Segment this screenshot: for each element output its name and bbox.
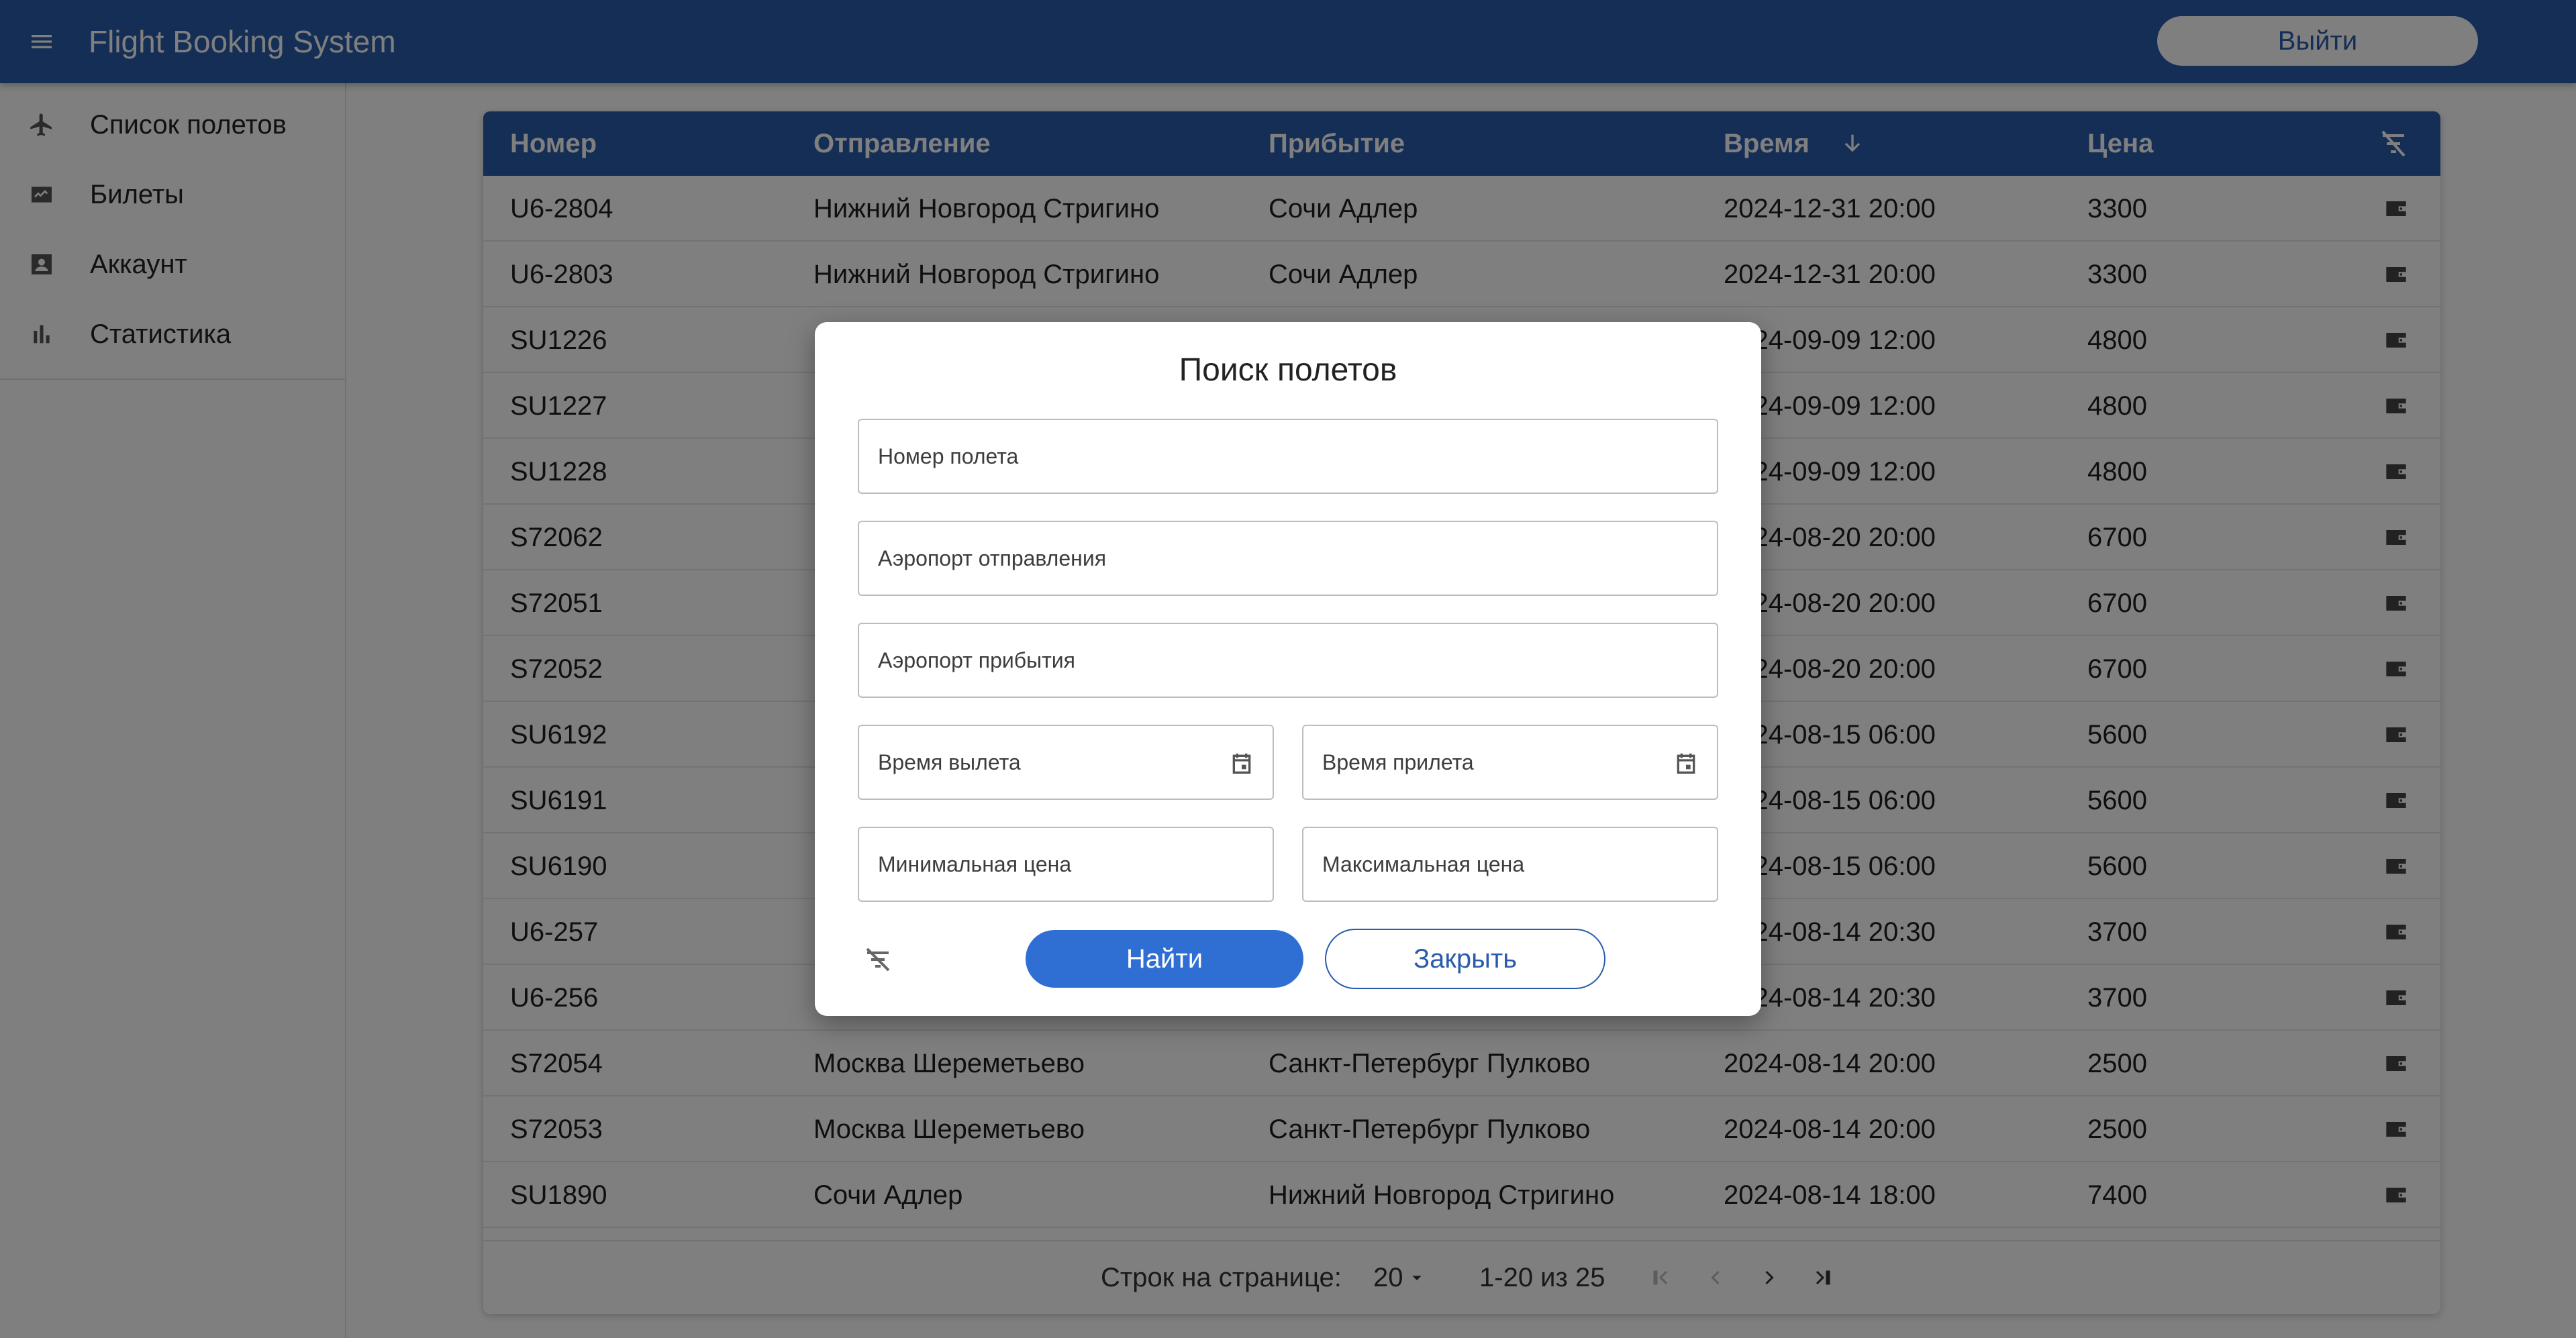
min-price-input[interactable] — [878, 852, 1273, 877]
min-price-field[interactable] — [858, 827, 1274, 902]
clear-filters-icon[interactable] — [858, 939, 898, 980]
departure-airport-field[interactable] — [858, 521, 1718, 596]
departure-time-input[interactable] — [878, 750, 1273, 775]
flight-number-field[interactable] — [858, 419, 1718, 494]
calendar-icon[interactable] — [1226, 748, 1258, 780]
find-button[interactable]: Найти — [1026, 930, 1303, 988]
max-price-field[interactable] — [1302, 827, 1718, 902]
max-price-input[interactable] — [1322, 852, 1717, 877]
flight-number-input[interactable] — [878, 444, 1717, 469]
departure-time-field[interactable] — [858, 725, 1274, 800]
dialog-title: Поиск полетов — [1179, 352, 1397, 388]
calendar-icon[interactable] — [1670, 748, 1702, 780]
close-button[interactable]: Закрыть — [1325, 929, 1605, 989]
arrival-time-input[interactable] — [1322, 750, 1717, 775]
arrival-airport-field[interactable] — [858, 623, 1718, 698]
arrival-time-field[interactable] — [1302, 725, 1718, 800]
arrival-airport-input[interactable] — [878, 648, 1717, 673]
departure-airport-input[interactable] — [878, 546, 1717, 571]
search-flights-dialog: Поиск полетов Найти Закрыть — [815, 322, 1761, 1016]
